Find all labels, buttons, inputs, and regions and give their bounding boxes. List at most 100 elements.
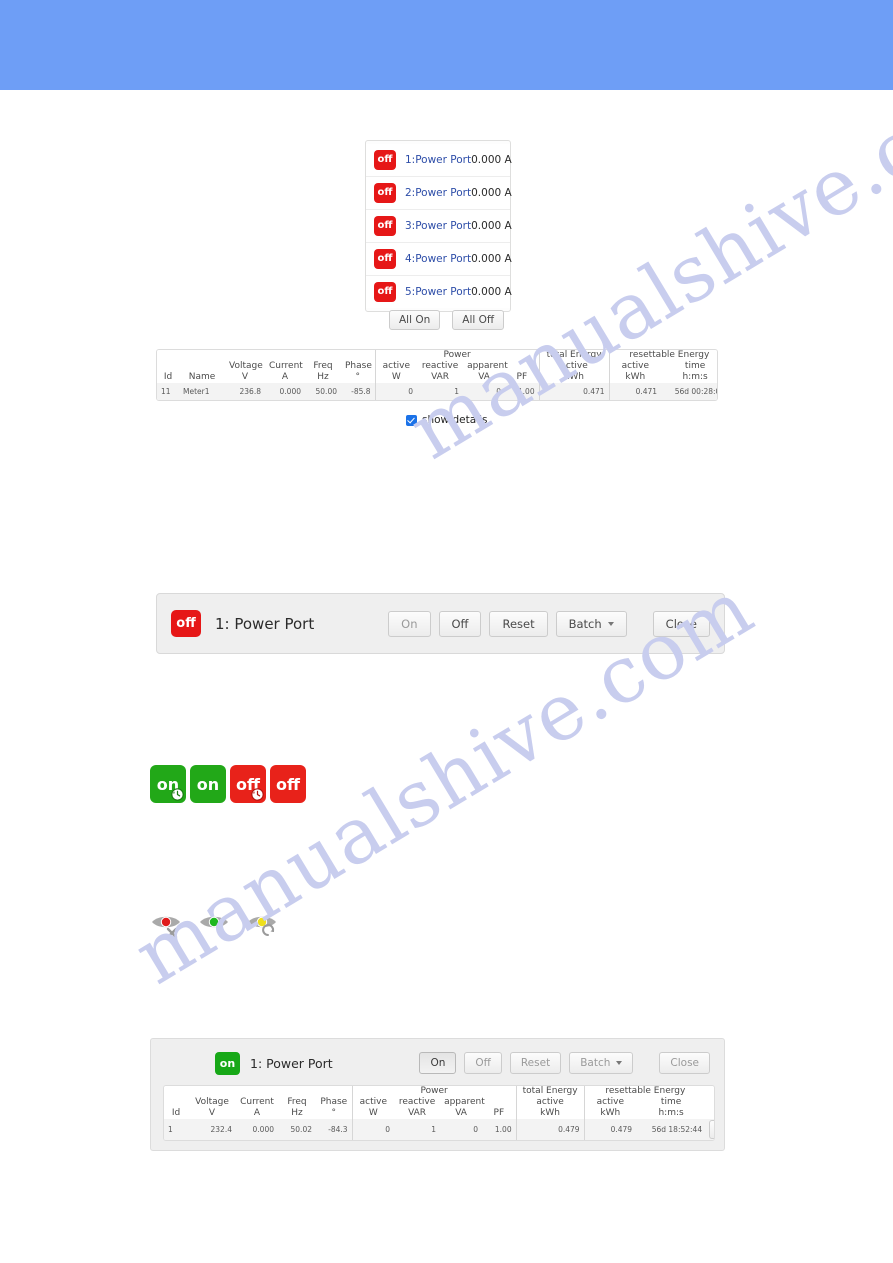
port-state-badge[interactable]: off [374,183,396,203]
bottom-dialog-header: on 1: Power Port On Off Reset Batch Clos… [151,1047,724,1079]
col-active-l2: active [374,361,418,372]
group-blank-2 [706,1086,714,1097]
all-off-button[interactable]: All Off [452,310,505,330]
state-button-label: on [196,774,220,794]
col-active-unit: W [374,372,418,383]
col-res-unit: kWh [608,372,662,383]
list-item[interactable]: off 3:Power Port 0.000 A [366,210,512,243]
page-header-band [0,0,893,90]
port-link[interactable]: 2:Power Port [405,187,471,199]
reset-button[interactable]: Reset [489,610,548,637]
group-power: Power [374,350,540,361]
table-header-row-3: Id V A Hz ° W VAR VA PF kWh kWh h:m:s [164,1108,714,1119]
off-button[interactable]: Off [438,610,482,637]
port-state-badge[interactable]: off [374,216,396,236]
col-res-active-l2: active [608,361,662,372]
list-item[interactable]: off 2:Power Port 0.000 A [366,177,512,210]
col-reactive-unit: VAR [408,1108,427,1118]
clock-rewind-icon [251,788,264,801]
state-button-off-timed[interactable]: off [230,765,266,803]
dialog-state-badge[interactable]: off [171,610,201,637]
on-button[interactable]: On [388,610,431,637]
port-link[interactable]: 5:Power Port [405,286,471,298]
col-id-l1 [157,361,179,372]
group-blank [164,1086,352,1097]
close-button[interactable]: Close [652,610,710,637]
all-on-button[interactable]: All On [389,310,441,330]
close-button[interactable]: Close [659,1052,710,1074]
state-button-on[interactable]: on [190,765,226,803]
col-voltage-l1: Voltage [229,361,263,371]
on-button[interactable]: On [419,1052,457,1074]
group-blank [157,350,375,361]
list-item[interactable]: off 1:Power Port 0.000 A [366,144,512,177]
col-apparent-unit: VA [455,1108,467,1118]
port-current-value: 0.000 A [471,286,512,298]
clock-rewind-icon [171,788,184,801]
show-details-row: show details [406,414,487,426]
col-phase-l1: Phase [320,1097,348,1107]
col-reactive-unit: VAR [431,372,450,382]
col-total-active-l2: active [538,361,610,372]
table-row: 1 232.4 0.000 50.02 -84.3 0 1 0 1.00 0.4… [164,1119,714,1140]
cell-total-kwh: 0.471 [538,383,610,400]
port-state-badge[interactable]: off [374,150,396,170]
port-state-badge[interactable]: off [374,249,396,269]
col-apparent-l2: apparent [467,361,508,371]
col-active-l2: active [351,1097,395,1108]
port-link[interactable]: 3:Power Port [405,220,471,232]
col-res-time-l2: time [660,1097,682,1107]
meter-table-top: Power total Energy resettable Energy Vol… [156,349,718,401]
reset-button[interactable]: Reset [509,1052,562,1074]
table-row: 11 Meter1 236.8 0.000 50.00 -85.8 0 1 0 … [157,383,717,400]
cell-freq: 50.02 [290,1125,312,1134]
col-current-unit: A [281,372,289,382]
cell-pf: 1.00 [517,387,535,396]
table-header-row-3: Id Name V A Hz ° W VAR VA PF kWh kWh h:m… [157,372,717,383]
power-port-list: off 1:Power Port 0.000 A off 2:Power Por… [365,140,512,312]
cell-resettable-kwh: 0.479 [583,1119,637,1140]
col-name: Name [188,372,216,382]
state-button-on-timed[interactable]: on [150,765,186,803]
meter-table: Power total Energy resettable Energy Vol… [157,350,717,400]
cell-id: 11 [161,387,171,396]
cell-resettable-time: 56d 18:52:44 [651,1125,703,1134]
col-current-l1: Current [240,1097,274,1107]
dialog-title: 1: Power Port [215,614,315,633]
port-link[interactable]: 4:Power Port [405,253,471,265]
bulk-action-buttons: All On All Off [389,310,505,330]
chevron-down-icon [607,621,614,626]
cell-pf: 1.00 [494,1125,512,1134]
group-total-energy: total Energy [515,1086,585,1097]
col-voltage-unit: V [208,1108,216,1118]
col-freq-unit: Hz [291,1108,303,1118]
dialog-state-badge[interactable]: on [215,1051,240,1075]
list-item[interactable]: off 4:Power Port 0.000 A [366,243,512,276]
eye-yellow-refresh-icon [246,908,280,942]
port-current-value: 0.000 A [471,253,512,265]
batch-dropdown-button[interactable]: Batch [555,610,627,637]
off-button[interactable]: Off [464,1052,502,1074]
batch-dropdown-button[interactable]: Batch [569,1052,634,1074]
state-button-off[interactable]: off [270,765,306,803]
col-total-unit: kWh [538,372,610,383]
batch-label: Batch [580,1057,611,1069]
cell-voltage: 232.4 [210,1125,232,1134]
port-link[interactable]: 1:Power Port [405,154,471,166]
list-item[interactable]: off 5:Power Port 0.000 A [366,276,512,308]
reset-button[interactable]: Reset [709,1120,714,1139]
state-button-legend: on on off off [150,765,306,803]
eye-green-icon [198,908,232,942]
table-header-row-2: Voltage Current Freq Phase active reacti… [157,361,717,372]
port-state-badge[interactable]: off [374,282,396,302]
col-reactive-l2: reactive [421,361,459,371]
show-details-checkbox[interactable] [406,414,417,426]
col-res-time-unit: h:m:s [682,372,708,382]
cell-reactive-var: 1 [454,387,460,396]
cell-current: 0.000 [279,387,301,396]
col-pf-unit: PF [516,372,528,382]
cell-phase: -84.3 [328,1125,348,1134]
col-apparent-unit: VA [478,372,490,382]
cell-resettable-time: 56d 00:28:02 [674,387,717,396]
cell-name: Meter1 [183,387,210,396]
